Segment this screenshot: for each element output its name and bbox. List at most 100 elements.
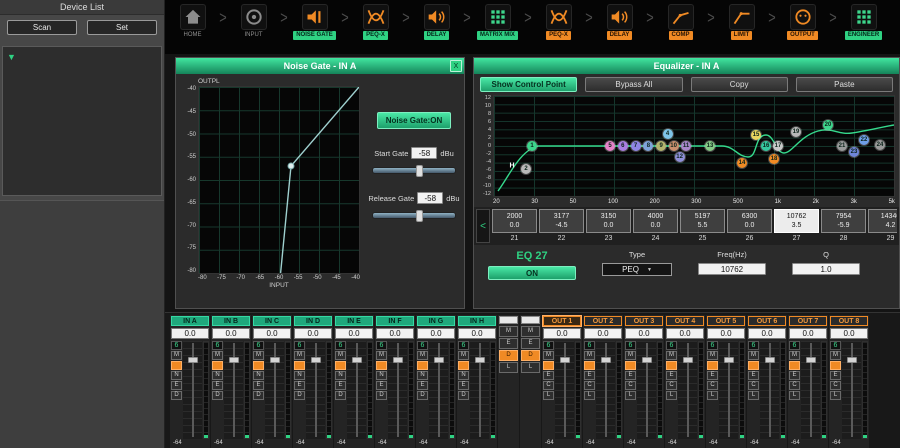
eq-band-21-values[interactable]: 20000.0: [492, 209, 537, 233]
channel-label-out-5[interactable]: OUT 5: [707, 316, 745, 326]
channel-n-button[interactable]: N: [294, 371, 305, 380]
channel-d-button[interactable]: D: [376, 391, 387, 400]
channel-e-button[interactable]: E: [625, 371, 636, 380]
channel-link-button[interactable]: [458, 361, 469, 370]
channel-n-button[interactable]: N: [171, 371, 182, 380]
toolbar-item-comp[interactable]: COMP: [655, 4, 706, 40]
channel-label-in-c[interactable]: IN C: [253, 316, 291, 326]
eq-on-button[interactable]: ON: [488, 266, 576, 280]
channel-m-button[interactable]: M: [748, 351, 759, 360]
fader-handle[interactable]: [270, 357, 280, 363]
channel-gain-value[interactable]: 0.0: [171, 328, 209, 339]
channel-link-button[interactable]: [584, 361, 595, 370]
toolbar-item-noise-gate[interactable]: NOISE GATE: [289, 4, 340, 40]
channel-fader[interactable]: [760, 341, 779, 439]
channel-e-button[interactable]: E: [666, 371, 677, 380]
channel-link-button[interactable]: [212, 361, 223, 370]
toolbar-item-output[interactable]: OUTPUT: [777, 4, 828, 40]
eq-control-point-18[interactable]: 18: [769, 154, 779, 164]
fader-handle[interactable]: [847, 357, 857, 363]
eq-control-point-4[interactable]: 4: [663, 129, 673, 139]
channel-e-button[interactable]: E: [584, 371, 595, 380]
channel-m-button[interactable]: M: [625, 351, 636, 360]
link-m-button[interactable]: M: [521, 326, 540, 337]
channel-fader[interactable]: [224, 341, 243, 439]
channel-label-out-4[interactable]: OUT 4: [666, 316, 704, 326]
channel-link-button[interactable]: [666, 361, 677, 370]
channel-label-in-a[interactable]: IN A: [171, 316, 209, 326]
fader-handle[interactable]: [393, 357, 403, 363]
link-value-box[interactable]: [499, 316, 518, 324]
channel-e-button[interactable]: E: [748, 371, 759, 380]
gate-threshold-handle[interactable]: [288, 163, 295, 170]
channel-l-button[interactable]: L: [830, 391, 841, 400]
fader-handle[interactable]: [475, 357, 485, 363]
channel-l-button[interactable]: L: [584, 391, 595, 400]
channel-d-button[interactable]: D: [253, 391, 264, 400]
eq-control-point-22[interactable]: 22: [859, 135, 869, 145]
fader-handle[interactable]: [806, 357, 816, 363]
set-button[interactable]: Set: [87, 20, 157, 35]
channel-l-button[interactable]: L: [543, 391, 554, 400]
channel-fader[interactable]: [306, 341, 325, 439]
channel-m-button[interactable]: M: [707, 351, 718, 360]
channel-d-button[interactable]: D: [335, 391, 346, 400]
channel-c-button[interactable]: C: [789, 381, 800, 390]
channel-e-button[interactable]: E: [171, 381, 182, 390]
channel-c-button[interactable]: C: [707, 381, 718, 390]
channel-gain-value[interactable]: 0.0: [625, 328, 663, 339]
fader-handle[interactable]: [560, 357, 570, 363]
toolbar-item-peq-x[interactable]: PEQ-X: [350, 4, 401, 40]
link-d-button[interactable]: D: [521, 350, 540, 361]
eq-control-point-2[interactable]: 2: [521, 164, 531, 174]
channel-fader[interactable]: [470, 341, 489, 439]
channel-link-button[interactable]: [417, 361, 428, 370]
eq-control-point-17[interactable]: 17: [773, 141, 783, 151]
channel-link-button[interactable]: [707, 361, 718, 370]
channel-e-button[interactable]: E: [294, 381, 305, 390]
channel-label-in-f[interactable]: IN F: [376, 316, 414, 326]
channel-m-button[interactable]: M: [458, 351, 469, 360]
link-l-button[interactable]: L: [499, 362, 518, 373]
channel-gain-value[interactable]: 0.0: [253, 328, 291, 339]
channel-d-button[interactable]: D: [458, 391, 469, 400]
fader-handle[interactable]: [724, 357, 734, 363]
eq-control-point-9[interactable]: 9: [656, 141, 666, 151]
noise-gate-graph[interactable]: [198, 86, 360, 274]
eq-band-22-values[interactable]: 3177-4.5: [539, 209, 584, 233]
fader-handle[interactable]: [352, 357, 362, 363]
link-d-button[interactable]: D: [499, 350, 518, 361]
channel-label-out-2[interactable]: OUT 2: [584, 316, 622, 326]
channel-m-button[interactable]: M: [584, 351, 595, 360]
release-gate-input[interactable]: -58: [417, 192, 443, 204]
toolbar-item-engineer[interactable]: ENGINEER: [838, 4, 889, 40]
toolbar-item-delay[interactable]: DELAY: [594, 4, 645, 40]
release-gate-slider[interactable]: [372, 212, 456, 219]
fader-handle[interactable]: [188, 357, 198, 363]
link-l-button[interactable]: L: [521, 362, 540, 373]
eq-button-paste[interactable]: Paste: [796, 77, 893, 92]
fader-handle[interactable]: [683, 357, 693, 363]
channel-label-out-7[interactable]: OUT 7: [789, 316, 827, 326]
channel-c-button[interactable]: C: [584, 381, 595, 390]
channel-m-button[interactable]: M: [376, 351, 387, 360]
channel-fader[interactable]: [678, 341, 697, 439]
close-icon[interactable]: X: [450, 60, 462, 72]
channel-gain-value[interactable]: 0.0: [294, 328, 332, 339]
noise-gate-state-button[interactable]: Noise Gate:ON: [377, 112, 451, 129]
channel-gain-value[interactable]: 0.0: [707, 328, 745, 339]
channel-gain-value[interactable]: 0.0: [212, 328, 250, 339]
channel-m-button[interactable]: M: [335, 351, 346, 360]
channel-c-button[interactable]: C: [666, 381, 677, 390]
channel-m-button[interactable]: M: [789, 351, 800, 360]
channel-gain-value[interactable]: 0.0: [417, 328, 455, 339]
bands-scroll-left-button[interactable]: <: [476, 209, 490, 243]
channel-gain-value[interactable]: 0.0: [458, 328, 496, 339]
fader-handle[interactable]: [601, 357, 611, 363]
channel-c-button[interactable]: C: [830, 381, 841, 390]
start-gate-input[interactable]: -58: [411, 147, 437, 159]
fader-handle[interactable]: [229, 357, 239, 363]
channel-label-in-e[interactable]: IN E: [335, 316, 373, 326]
eq-band-28-values[interactable]: 7954-5.9: [821, 209, 866, 233]
channel-label-in-h[interactable]: IN H: [458, 316, 496, 326]
